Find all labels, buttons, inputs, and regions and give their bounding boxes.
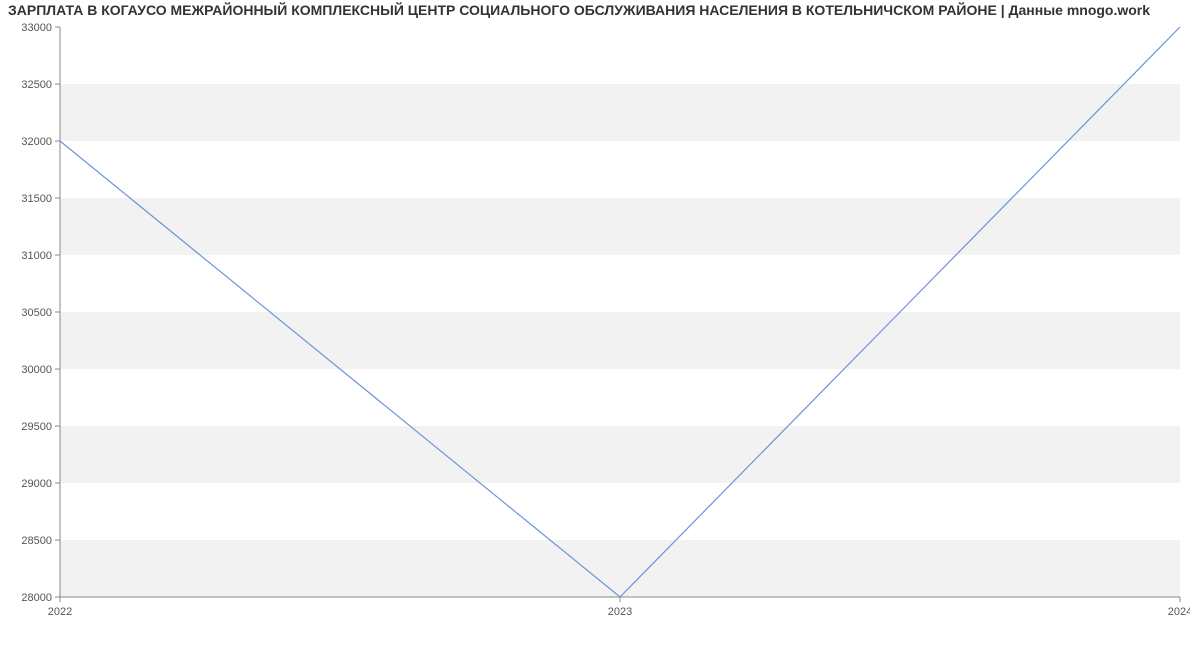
- y-tick-label: 32000: [21, 136, 52, 148]
- y-tick-label: 29500: [21, 421, 52, 433]
- y-tick-label: 33000: [21, 22, 52, 34]
- x-tick-label: 2023: [608, 606, 632, 618]
- line-chart: ЗАРПЛАТА В КОГАУСО МЕЖРАЙОННЫЙ КОМПЛЕКСН…: [0, 0, 1200, 650]
- y-tick-label: 28000: [21, 592, 52, 604]
- y-tick-label: 32500: [21, 79, 52, 91]
- y-tick-label: 30000: [21, 364, 52, 376]
- y-tick-label: 28500: [21, 535, 52, 547]
- chart-svg: 28000 28500 29000 29500 30000 30500 31000 31500…: [10, 22, 1190, 627]
- chart-title: ЗАРПЛАТА В КОГАУСО МЕЖРАЙОННЫЙ КОМПЛЕКСН…: [8, 2, 1192, 18]
- y-tick-label: 31000: [21, 250, 52, 262]
- plot-area: 2800028500290002950030000305003100031500…: [10, 22, 1130, 592]
- x-tick-label: 2022: [48, 606, 72, 618]
- y-tick-label: 31500: [21, 193, 52, 205]
- x-tick-label: 2024: [1168, 606, 1190, 618]
- y-tick-label: 29000: [21, 478, 52, 490]
- y-tick-label: 30500: [21, 307, 52, 319]
